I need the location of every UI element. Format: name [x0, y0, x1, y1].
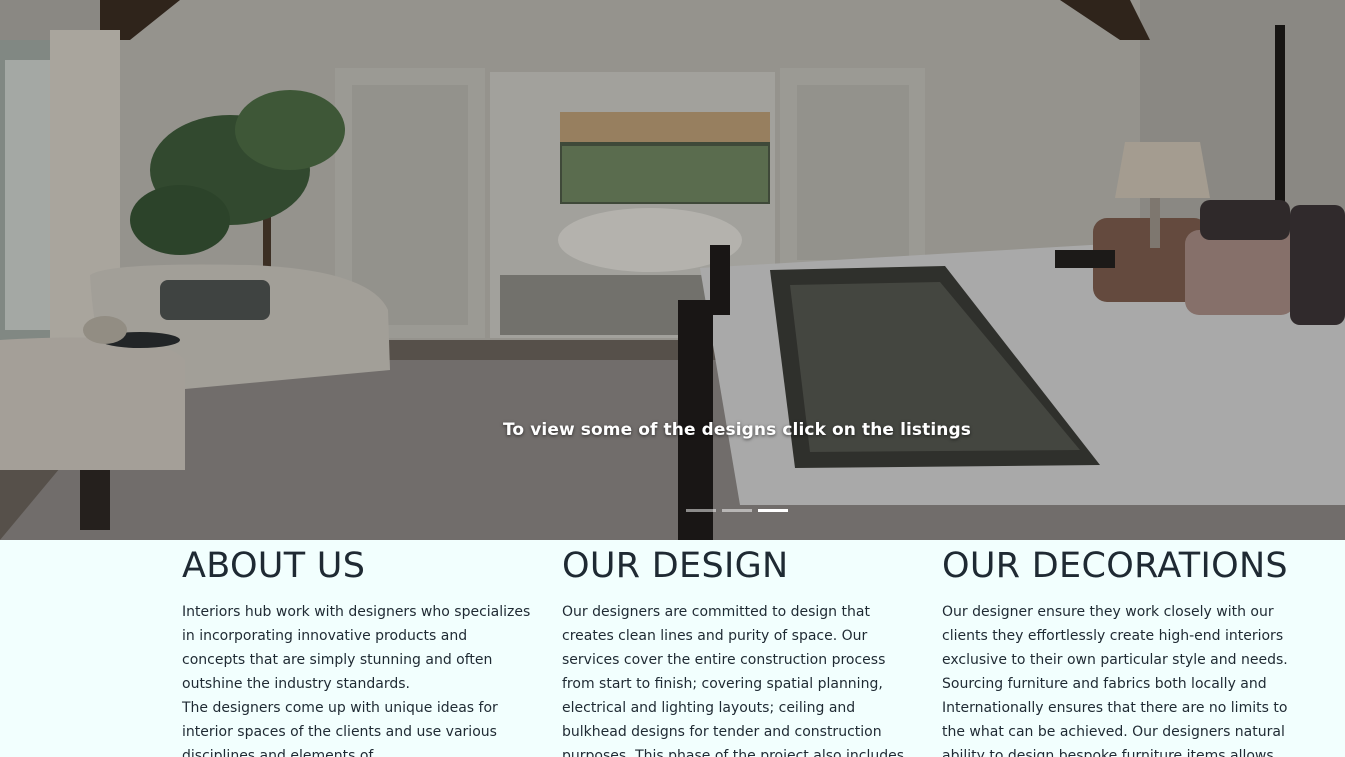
carousel-indicator-1[interactable]	[686, 509, 716, 512]
carousel-indicator-3[interactable]	[758, 509, 788, 512]
info-section: ABOUT US Interiors hub work with designe…	[0, 540, 1345, 757]
carousel-indicator-2[interactable]	[722, 509, 752, 512]
bedroom-photo	[0, 0, 1345, 540]
carousel-indicators	[686, 509, 788, 512]
our-decorations-heading: OUR DECORATIONS	[942, 546, 1288, 586]
our-design-paragraph: Our designers are committed to design th…	[562, 604, 905, 757]
about-us-paragraph-2: The designers come up with unique ideas …	[182, 700, 498, 757]
about-us-column: ABOUT US Interiors hub work with designe…	[182, 540, 532, 757]
carousel-caption: To view some of the designs click on the…	[502, 420, 971, 440]
about-us-heading: ABOUT US	[182, 546, 366, 586]
our-decorations-paragraph: Our designer ensure they work closely wi…	[942, 604, 1288, 757]
our-design-column: OUR DESIGN Our designers are committed t…	[562, 540, 912, 757]
about-us-paragraph-1: Interiors hub work with designers who sp…	[182, 604, 531, 692]
our-design-heading: OUR DESIGN	[562, 546, 789, 586]
hero-carousel[interactable]: To view some of the designs click on the…	[0, 0, 1345, 540]
our-decorations-column: OUR DECORATIONS Our designer ensure they…	[942, 540, 1292, 757]
